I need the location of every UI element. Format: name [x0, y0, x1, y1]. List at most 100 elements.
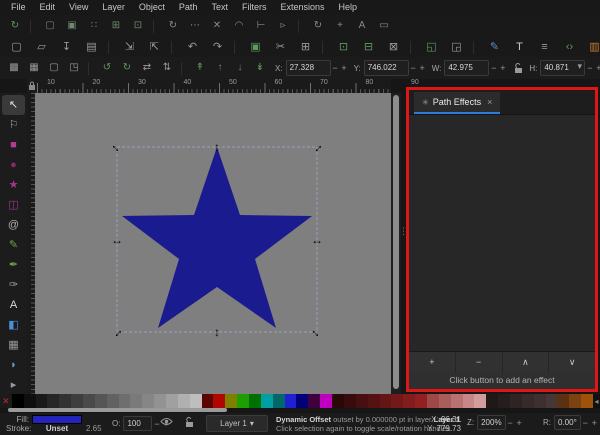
snap-smooth-nodes-icon[interactable]: ◠	[228, 16, 250, 36]
document-properties-icon[interactable]: ▥	[582, 37, 600, 57]
lower-to-bottom-icon[interactable]: ↡	[250, 58, 270, 78]
group-icon[interactable]: ◱	[419, 37, 444, 57]
palette-color-swatch[interactable]	[557, 394, 570, 408]
snap-bbox-corners-icon[interactable]: ∷	[83, 16, 105, 36]
palette-color-swatch[interactable]	[213, 394, 226, 408]
palette-color-swatch[interactable]	[355, 394, 368, 408]
palette-color-swatch[interactable]	[201, 394, 214, 408]
x-field-plus-button[interactable]: +	[340, 63, 349, 73]
palette-color-swatch[interactable]	[569, 394, 582, 408]
opacity-input[interactable]: 100	[123, 416, 153, 431]
menu-file[interactable]: File	[4, 0, 33, 15]
palette-color-swatch[interactable]	[521, 394, 534, 408]
w-field-input[interactable]: 42.975	[444, 60, 490, 76]
ellipse-tool[interactable]: ●	[2, 155, 25, 175]
menu-layer[interactable]: Layer	[95, 0, 132, 15]
snap-nodes-icon[interactable]: ↻	[162, 16, 184, 36]
vertical-scrollbar[interactable]	[391, 93, 401, 394]
align-dialog-icon[interactable]: ≡	[532, 37, 557, 57]
flip-horizontal-icon[interactable]: ⇄	[137, 58, 157, 78]
snap-bbox-edges-icon[interactable]: ▣	[61, 16, 83, 36]
ruler-corner-lock[interactable]	[27, 79, 37, 93]
close-icon[interactable]: ×	[487, 97, 492, 107]
vertical-ruler[interactable]	[27, 93, 35, 394]
palette-color-swatch[interactable]	[71, 394, 84, 408]
x-field-minus-button[interactable]: −	[331, 63, 340, 73]
palette-color-swatch[interactable]	[260, 394, 273, 408]
palette-color-swatch[interactable]	[474, 394, 487, 408]
effect-list[interactable]	[409, 114, 595, 351]
menu-extensions[interactable]: Extensions	[273, 0, 331, 15]
rotate-ccw-icon[interactable]: ↺	[97, 58, 117, 78]
palette-color-swatch[interactable]	[130, 394, 143, 408]
current-layer-selector[interactable]: Layer 1 ▾	[206, 415, 268, 432]
h-field-plus-button[interactable]: +	[594, 63, 600, 73]
snap-enable-icon[interactable]: ↻	[4, 16, 26, 36]
open-icon[interactable]: ▱	[29, 37, 54, 57]
fill-stroke-icon[interactable]: ✎	[482, 37, 507, 57]
palette-color-swatch[interactable]	[189, 394, 202, 408]
menu-text[interactable]: Text	[204, 0, 235, 15]
star-tool[interactable]: ★	[2, 175, 25, 195]
palette-color-swatch[interactable]	[23, 394, 36, 408]
menu-view[interactable]: View	[62, 0, 95, 15]
palette-color-swatch[interactable]	[391, 394, 404, 408]
palette-color-swatch[interactable]	[106, 394, 119, 408]
palette-color-swatch[interactable]	[545, 394, 558, 408]
palette-color-swatch[interactable]	[225, 394, 238, 408]
zoom-selection-icon[interactable]: ◳	[64, 58, 84, 78]
snap-rotation-center-icon[interactable]: +	[329, 16, 351, 36]
deselect-icon[interactable]: ▢	[44, 58, 64, 78]
horizontal-ruler[interactable]: 10 20 30 40 50 60 70 80 90	[37, 79, 419, 93]
zoom-plus-button[interactable]: +	[515, 418, 524, 428]
xml-editor-icon[interactable]: ‹›	[557, 37, 582, 57]
duplicate-icon[interactable]: ⊡	[331, 37, 356, 57]
palette-color-swatch[interactable]	[308, 394, 321, 408]
layer-visibility-toggle[interactable]	[160, 417, 173, 426]
y-field-plus-button[interactable]: +	[418, 63, 427, 73]
scale-handle-s[interactable]: ↕	[214, 326, 220, 338]
mesh-tool[interactable]: ▦	[2, 335, 25, 355]
layer-lock-toggle[interactable]	[184, 417, 195, 428]
palette-color-swatch[interactable]	[94, 394, 107, 408]
ungroup-icon[interactable]: ◲	[444, 37, 469, 57]
fill-stroke-indicator[interactable]: Fill: Stroke: Unset 2.65	[6, 415, 104, 433]
unlink-clone-icon[interactable]: ⊠	[381, 37, 406, 57]
toolbox-expander[interactable]: ▸	[2, 375, 25, 395]
add-effect-button[interactable]: +	[409, 352, 456, 373]
w-field-plus-button[interactable]: +	[498, 63, 507, 73]
import-icon[interactable]: ⇲	[117, 37, 142, 57]
move-effect-up-button[interactable]: ∧	[502, 352, 550, 373]
menu-edit[interactable]: Edit	[33, 0, 63, 15]
pencil-tool[interactable]: ✎	[2, 235, 25, 255]
calligraphy-tool[interactable]: ✑	[2, 275, 25, 295]
palette-color-swatch[interactable]	[415, 394, 427, 408]
save-icon[interactable]: ↧	[54, 37, 79, 57]
palette-color-swatch[interactable]	[11, 394, 24, 408]
palette-color-swatch[interactable]	[177, 394, 190, 408]
palette-color-swatch[interactable]	[320, 394, 333, 408]
spiral-tool[interactable]: @	[2, 215, 25, 235]
h-field-minus-button[interactable]: −	[585, 63, 594, 73]
snap-others-icon[interactable]: ▹	[272, 16, 294, 36]
text-tool[interactable]: A	[2, 295, 25, 315]
palette-color-swatch[interactable]	[154, 394, 167, 408]
palette-color-swatch[interactable]	[296, 394, 309, 408]
move-effect-down-button[interactable]: ∨	[549, 352, 595, 373]
rotation-input[interactable]: 0.00°	[554, 415, 581, 430]
palette-color-swatch[interactable]	[237, 394, 250, 408]
gradient-tool[interactable]: ◧	[2, 315, 25, 335]
print-icon[interactable]: ▤	[79, 37, 104, 57]
selector-tool[interactable]: ↖	[2, 95, 25, 115]
snap-object-centers-icon[interactable]: ↻	[307, 16, 329, 36]
rectangle-tool[interactable]: ■	[2, 135, 25, 155]
palette-color-swatch[interactable]	[426, 394, 439, 408]
raise-icon[interactable]: ↑	[210, 58, 230, 78]
undo-icon[interactable]: ↶	[180, 37, 205, 57]
flip-vertical-icon[interactable]: ⇅	[157, 58, 177, 78]
node-tool[interactable]: ⚐	[2, 115, 25, 135]
cut-icon[interactable]: ✂	[268, 37, 293, 57]
copy-icon[interactable]: ▣	[243, 37, 268, 57]
canvas[interactable]: ↔ ↕ ↔ ↔ ↔ ↔ ↕ ↔	[35, 93, 391, 394]
select-all-layers-icon[interactable]: ▦	[24, 58, 44, 78]
